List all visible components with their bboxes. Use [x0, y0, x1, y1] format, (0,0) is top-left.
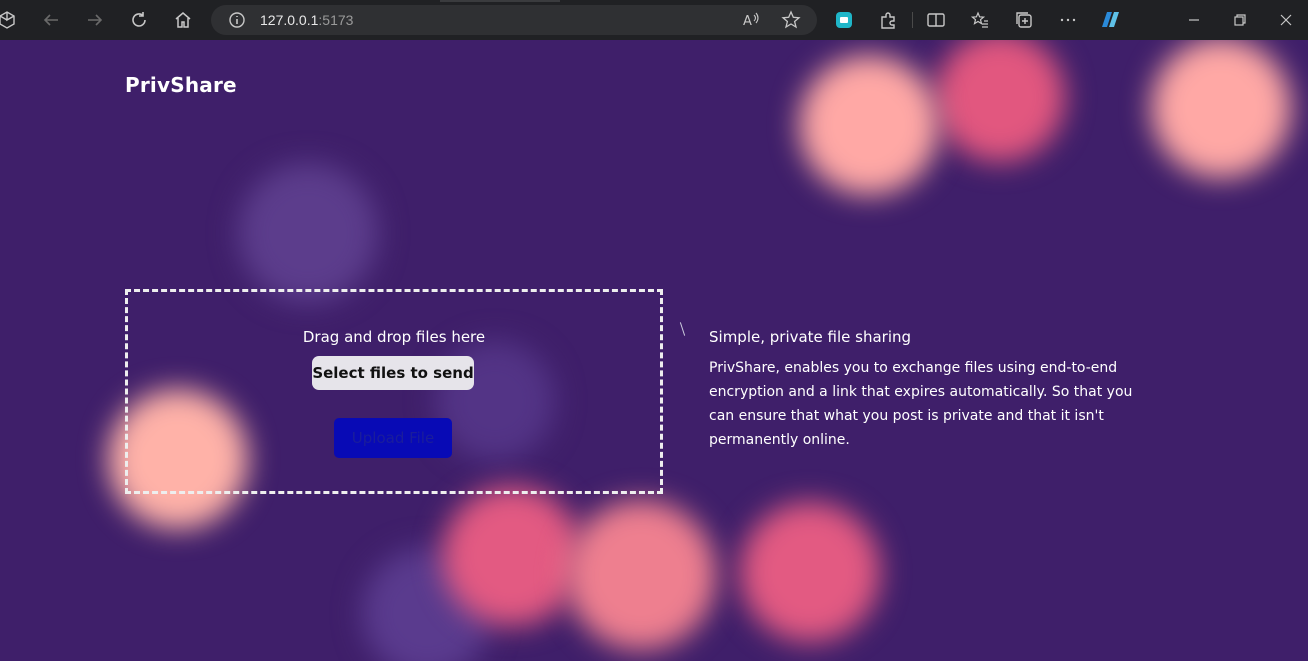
- favorite-star-icon[interactable]: [780, 9, 802, 31]
- background-blob: [566, 500, 716, 650]
- decorative-mark: [679, 322, 686, 336]
- refresh-icon[interactable]: [128, 9, 150, 31]
- extensions-puzzle-icon[interactable]: [877, 9, 899, 31]
- url-port: :5173: [318, 12, 354, 28]
- browser-toolbar: 127.0.0.1:5173 A: [0, 0, 1308, 40]
- home-icon[interactable]: [172, 9, 194, 31]
- background-blob: [740, 502, 880, 642]
- copilot-icon[interactable]: [1099, 9, 1121, 31]
- background-blob: [935, 40, 1065, 162]
- workspaces-icon[interactable]: [0, 9, 18, 31]
- back-arrow-icon[interactable]: [40, 9, 62, 31]
- app-logo[interactable]: PrivShare: [125, 73, 237, 97]
- drop-zone-label: Drag and drop files here: [302, 328, 486, 346]
- close-window-icon[interactable]: [1275, 9, 1297, 31]
- more-menu-icon[interactable]: [1057, 9, 1079, 31]
- info-title: Simple, private file sharing: [709, 328, 912, 346]
- file-drop-zone[interactable]: Drag and drop files here Select files to…: [125, 289, 663, 494]
- background-blob: [799, 55, 939, 195]
- page-viewport: PrivShare Drag and drop files here Selec…: [0, 40, 1308, 661]
- address-bar[interactable]: 127.0.0.1:5173 A: [211, 5, 817, 35]
- upload-file-button[interactable]: Upload File: [334, 418, 452, 458]
- site-info-icon[interactable]: [226, 9, 248, 31]
- toolbar-separator: [912, 12, 913, 28]
- collections-icon[interactable]: [1013, 9, 1035, 31]
- background-blob: [1151, 40, 1291, 178]
- info-description: PrivShare, enables you to exchange files…: [709, 360, 1133, 448]
- svg-text:A: A: [743, 14, 752, 29]
- background-blob: [442, 486, 582, 626]
- select-files-button[interactable]: Select files to send: [312, 356, 474, 390]
- extension-app-icon[interactable]: [833, 9, 855, 31]
- tab-strip-edge: [440, 0, 560, 2]
- info-panel: Simple, private file sharing PrivShare, …: [709, 328, 1159, 452]
- favorites-list-icon[interactable]: [969, 9, 991, 31]
- forward-arrow-icon[interactable]: [84, 9, 106, 31]
- url-host: 127.0.0.1: [260, 12, 319, 28]
- read-aloud-icon[interactable]: A: [740, 9, 762, 31]
- split-screen-icon[interactable]: [925, 9, 947, 31]
- minimize-window-icon[interactable]: [1183, 9, 1205, 31]
- restore-window-icon[interactable]: [1229, 9, 1251, 31]
- background-blob: [238, 163, 378, 303]
- address-text[interactable]: 127.0.0.1:5173: [260, 12, 353, 28]
